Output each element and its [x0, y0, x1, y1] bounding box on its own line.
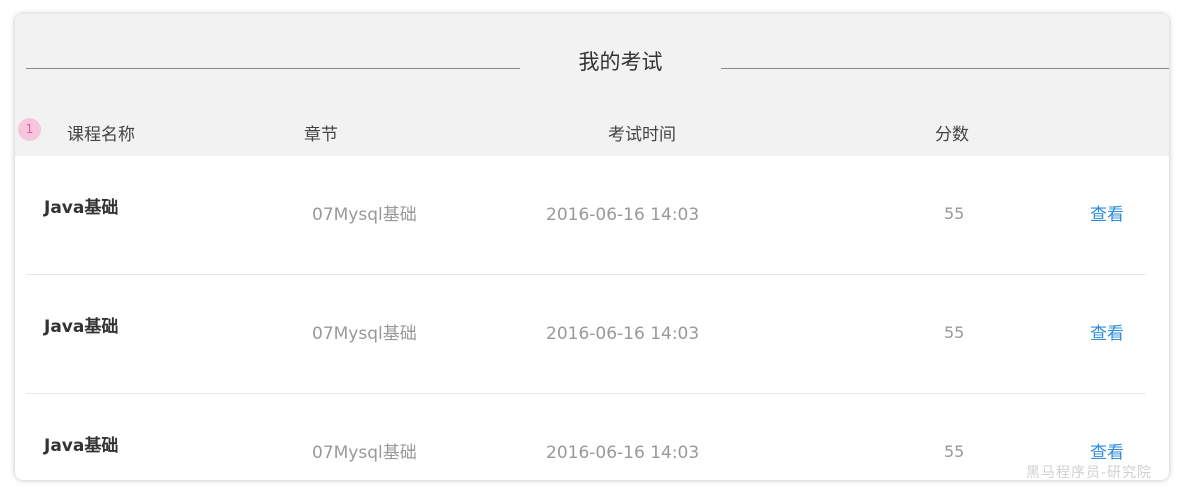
- title-divider-left: [26, 68, 520, 69]
- row-count-badge: 1: [18, 118, 41, 141]
- column-header-time: 考试时间: [608, 125, 676, 145]
- course-name: Java基础: [44, 198, 119, 218]
- page-title: 我的考试: [578, 50, 663, 74]
- exam-time: 2016-06-16 14:03: [546, 443, 700, 463]
- exam-card: 我的考试 1 课程名称 章节 考试时间 分数 Java基础 07Mysql基础 …: [15, 14, 1169, 480]
- course-name: Java基础: [44, 436, 119, 456]
- view-link[interactable]: 查看: [1090, 442, 1124, 464]
- table-row: Java基础 07Mysql基础 2016-06-16 14:03 55 查看: [15, 156, 1169, 275]
- column-header-course: 课程名称: [67, 125, 135, 145]
- score-value: 55: [944, 323, 965, 342]
- card-header: 我的考试 1 课程名称 章节 考试时间 分数: [15, 14, 1169, 156]
- table-row: Java基础 07Mysql基础 2016-06-16 14:03 55 查看: [15, 394, 1169, 480]
- title-divider-right: [721, 68, 1169, 69]
- column-header-chapter: 章节: [304, 125, 338, 145]
- watermark: 黑马程序员-研究院: [1026, 465, 1153, 481]
- chapter-name: 07Mysql基础: [312, 205, 417, 225]
- course-name: Java基础: [44, 317, 119, 337]
- view-link[interactable]: 查看: [1090, 204, 1124, 226]
- column-header-score: 分数: [935, 125, 969, 145]
- exam-time: 2016-06-16 14:03: [546, 324, 700, 344]
- table-row: Java基础 07Mysql基础 2016-06-16 14:03 55 查看: [15, 275, 1169, 394]
- chapter-name: 07Mysql基础: [312, 443, 417, 463]
- score-value: 55: [944, 442, 965, 461]
- view-link[interactable]: 查看: [1090, 323, 1124, 345]
- score-value: 55: [944, 204, 965, 223]
- chapter-name: 07Mysql基础: [312, 324, 417, 344]
- exam-time: 2016-06-16 14:03: [546, 205, 700, 225]
